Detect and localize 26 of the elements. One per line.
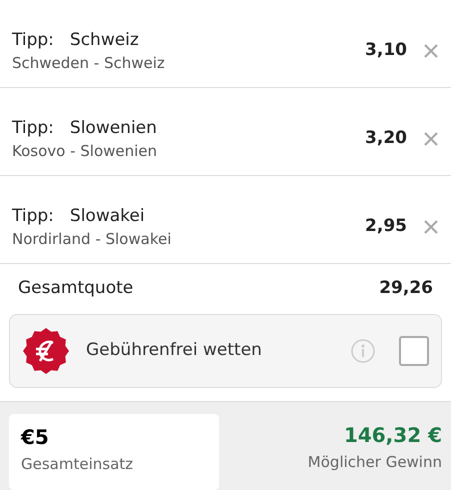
match-name: Kosovo - Slowenien (12, 140, 158, 162)
winnings-value: 146,32 € (342, 422, 442, 448)
total-odds-value: 29,26 (379, 277, 433, 300)
pick-name: Schweiz (70, 28, 139, 52)
winnings-label: Möglicher Gewinn (308, 452, 442, 473)
tip-label: Tipp: (12, 28, 54, 52)
match-name: Nordirland - Slowakei (12, 228, 172, 250)
pick-name: Slowakei (70, 204, 145, 228)
checkbox[interactable] (399, 336, 429, 366)
close-icon[interactable] (423, 130, 439, 146)
stake-label: Gesamteinsatz (21, 454, 134, 475)
close-icon[interactable] (423, 218, 439, 234)
stake-value: €5 (21, 424, 50, 450)
pick-name: Slowenien (70, 116, 157, 140)
info-icon[interactable] (351, 339, 375, 363)
odds-value: 3,10 (365, 38, 407, 62)
stake-field[interactable]: €5 Gesamteinsatz (9, 414, 219, 490)
odds-value: 3,20 (365, 126, 407, 150)
odds-value: 2,95 (365, 214, 407, 238)
fee-free-label: Gebührenfrei wetten (86, 339, 263, 362)
tip-label: Tipp: (12, 204, 54, 228)
close-icon[interactable] (423, 42, 439, 58)
seal-icon (22, 327, 70, 375)
match-name: Schweden - Schweiz (12, 52, 165, 74)
total-odds-label: Gesamtquote (18, 277, 134, 300)
tip-label: Tipp: (12, 116, 54, 140)
